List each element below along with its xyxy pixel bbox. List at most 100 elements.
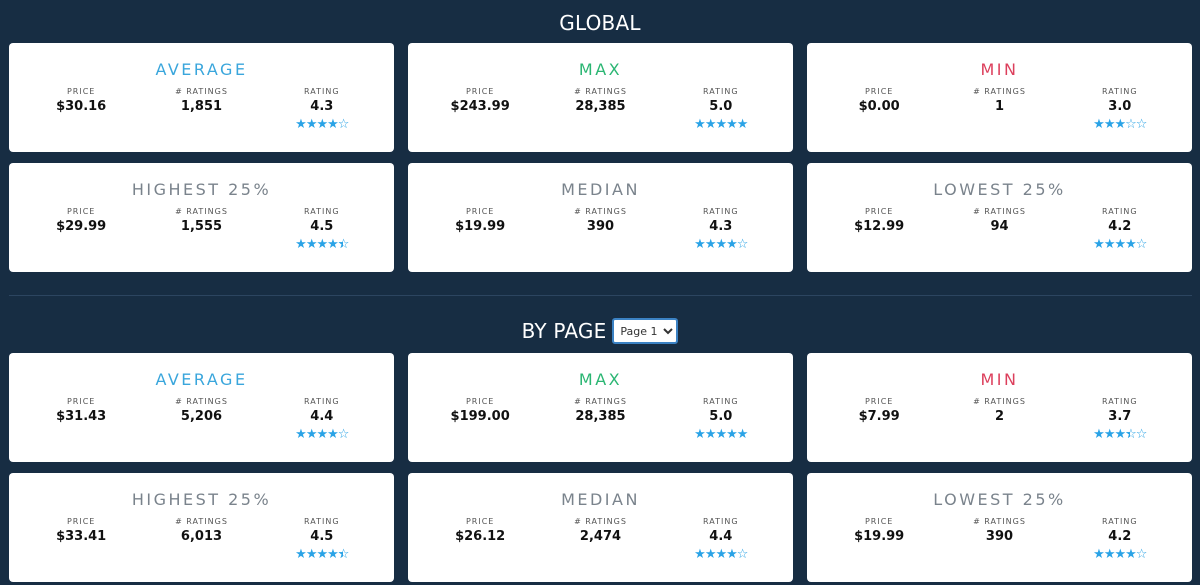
rating-stat: RATING 4.5 ★★★★☆★ bbox=[267, 517, 377, 562]
ratings-count-stat: # RATINGS 390 bbox=[545, 207, 655, 252]
rating-value: 5.0 bbox=[709, 409, 733, 424]
rating-label: RATING bbox=[304, 517, 340, 526]
price-value: $26.12 bbox=[455, 529, 506, 544]
card-stats: PRICE $33.41 # RATINGS 6,013 RATING 4.5 … bbox=[9, 517, 394, 562]
rating-value: 3.7 bbox=[1108, 409, 1132, 424]
ratings-count-label: # RATINGS bbox=[175, 87, 228, 96]
price-label: PRICE bbox=[465, 397, 495, 406]
star-half-fill: ★ bbox=[338, 548, 343, 562]
star-full-icon: ★ bbox=[726, 427, 738, 442]
star-full-icon: ★ bbox=[327, 117, 339, 132]
ratings-count-stat: # RATINGS 28,385 bbox=[545, 87, 655, 132]
price-label: PRICE bbox=[66, 397, 96, 406]
star-full-icon: ★ bbox=[1103, 117, 1116, 132]
ratings-count-value: 2,474 bbox=[579, 529, 622, 544]
star-full-icon: ★ bbox=[694, 117, 706, 132]
rating-stat: RATING 4.4 ★★★★☆ bbox=[267, 397, 377, 442]
ratings-count-label: # RATINGS bbox=[175, 517, 228, 526]
price-value: $199.00 bbox=[450, 409, 510, 424]
star-full-icon: ★ bbox=[1114, 427, 1126, 442]
card-stats: PRICE $199.00 # RATINGS 28,385 RATING 5.… bbox=[408, 397, 793, 442]
star-empty-icon: ☆ bbox=[1135, 547, 1148, 562]
ratings-count-stat: # RATINGS 5,206 bbox=[146, 397, 256, 442]
star-full-icon: ★ bbox=[736, 427, 749, 442]
rating-stat: RATING 5.0 ★★★★★ bbox=[666, 397, 776, 442]
star-empty-icon: ☆ bbox=[736, 547, 749, 562]
star-full-icon: ★ bbox=[305, 237, 318, 252]
star-half-icon: ☆★ bbox=[337, 237, 350, 252]
star-full-icon: ★ bbox=[726, 117, 738, 132]
price-value: $243.99 bbox=[450, 99, 510, 114]
price-stat: PRICE $31.43 bbox=[26, 397, 136, 442]
price-value: $7.99 bbox=[858, 409, 900, 424]
rating-label: RATING bbox=[304, 207, 340, 216]
card-stats: PRICE $29.99 # RATINGS 1,555 RATING 4.5 … bbox=[9, 207, 394, 252]
rating-label: RATING bbox=[304, 397, 340, 406]
rating-label: RATING bbox=[1102, 517, 1138, 526]
ratings-count-stat: # RATINGS 1,555 bbox=[146, 207, 256, 252]
rating-label: RATING bbox=[1102, 207, 1138, 216]
by-page-header: BY PAGE Page 1 bbox=[0, 316, 1200, 346]
star-full-icon: ★ bbox=[1114, 547, 1126, 562]
star-full-icon: ★ bbox=[327, 237, 339, 252]
ratings-count-stat: # RATINGS 6,013 bbox=[146, 517, 256, 562]
star-full-icon: ★ bbox=[704, 547, 717, 562]
rating-label: RATING bbox=[1102, 87, 1138, 96]
card-title: MEDIAN bbox=[561, 180, 640, 199]
ratings-count-value: 390 bbox=[586, 219, 615, 234]
star-full-icon: ★ bbox=[1125, 237, 1137, 252]
ratings-count-value: 6,013 bbox=[180, 529, 223, 544]
card-title: MIN bbox=[980, 370, 1019, 389]
ratings-count-value: 28,385 bbox=[575, 99, 626, 114]
stat-card: LOWEST 25% PRICE $12.99 # RATINGS 94 RAT… bbox=[807, 163, 1192, 272]
star-rating: ★★★☆☆ bbox=[1065, 118, 1175, 132]
card-stats: PRICE $0.00 # RATINGS 1 RATING 3.0 ★★★☆☆ bbox=[807, 87, 1192, 132]
ratings-count-label: # RATINGS bbox=[973, 87, 1026, 96]
star-rating: ★★★★☆ bbox=[267, 118, 377, 132]
rating-label: RATING bbox=[703, 397, 739, 406]
rating-label: RATING bbox=[703, 517, 739, 526]
star-empty-icon: ☆ bbox=[1135, 117, 1148, 132]
star-full-icon: ★ bbox=[694, 237, 706, 252]
star-half-icon: ☆★ bbox=[1125, 427, 1137, 442]
star-full-icon: ★ bbox=[316, 427, 328, 442]
star-empty-icon: ☆ bbox=[337, 427, 350, 442]
rating-label: RATING bbox=[703, 207, 739, 216]
ratings-count-value: 28,385 bbox=[575, 409, 626, 424]
star-half-fill: ★ bbox=[1125, 428, 1130, 442]
price-label: PRICE bbox=[66, 207, 96, 216]
card-stats: PRICE $12.99 # RATINGS 94 RATING 4.2 ★★★… bbox=[807, 207, 1192, 252]
card-stats: PRICE $19.99 # RATINGS 390 RATING 4.2 ★★… bbox=[807, 517, 1192, 562]
ratings-count-label: # RATINGS bbox=[574, 87, 627, 96]
rating-value: 4.4 bbox=[709, 529, 733, 544]
price-stat: PRICE $30.16 bbox=[26, 87, 136, 132]
card-title: HIGHEST 25% bbox=[131, 180, 272, 199]
star-full-icon: ★ bbox=[715, 427, 727, 442]
card-title: HIGHEST 25% bbox=[131, 490, 272, 509]
star-rating: ★★★☆★☆ bbox=[1065, 428, 1175, 442]
card-title: MAX bbox=[578, 60, 623, 79]
price-label: PRICE bbox=[66, 87, 96, 96]
stat-card: MIN PRICE $0.00 # RATINGS 1 RATING 3.0 ★… bbox=[807, 43, 1192, 152]
card-stats: PRICE $7.99 # RATINGS 2 RATING 3.7 ★★★☆★… bbox=[807, 397, 1192, 442]
page-select[interactable]: Page 1 bbox=[612, 318, 679, 344]
star-full-icon: ★ bbox=[715, 237, 727, 252]
ratings-count-value: 1,851 bbox=[180, 99, 223, 114]
price-stat: PRICE $0.00 bbox=[824, 87, 934, 132]
card-stats: PRICE $31.43 # RATINGS 5,206 RATING 4.4 … bbox=[9, 397, 394, 442]
card-stats: PRICE $26.12 # RATINGS 2,474 RATING 4.4 … bbox=[408, 517, 793, 562]
star-rating: ★★★★★ bbox=[666, 428, 776, 442]
ratings-count-value: 94 bbox=[990, 219, 1009, 234]
price-label: PRICE bbox=[66, 517, 96, 526]
card-title: AVERAGE bbox=[155, 370, 248, 389]
star-rating: ★★★★☆ bbox=[1065, 238, 1175, 252]
stat-card: MAX PRICE $199.00 # RATINGS 28,385 RATIN… bbox=[408, 353, 793, 462]
price-stat: PRICE $19.99 bbox=[425, 207, 535, 252]
star-rating: ★★★★☆ bbox=[666, 548, 776, 562]
rating-stat: RATING 4.2 ★★★★☆ bbox=[1065, 517, 1175, 562]
ratings-count-stat: # RATINGS 2,474 bbox=[545, 517, 655, 562]
ratings-count-label: # RATINGS bbox=[973, 207, 1026, 216]
price-label: PRICE bbox=[864, 87, 894, 96]
card-stats: PRICE $243.99 # RATINGS 28,385 RATING 5.… bbox=[408, 87, 793, 132]
star-empty-icon: ☆ bbox=[1135, 237, 1148, 252]
